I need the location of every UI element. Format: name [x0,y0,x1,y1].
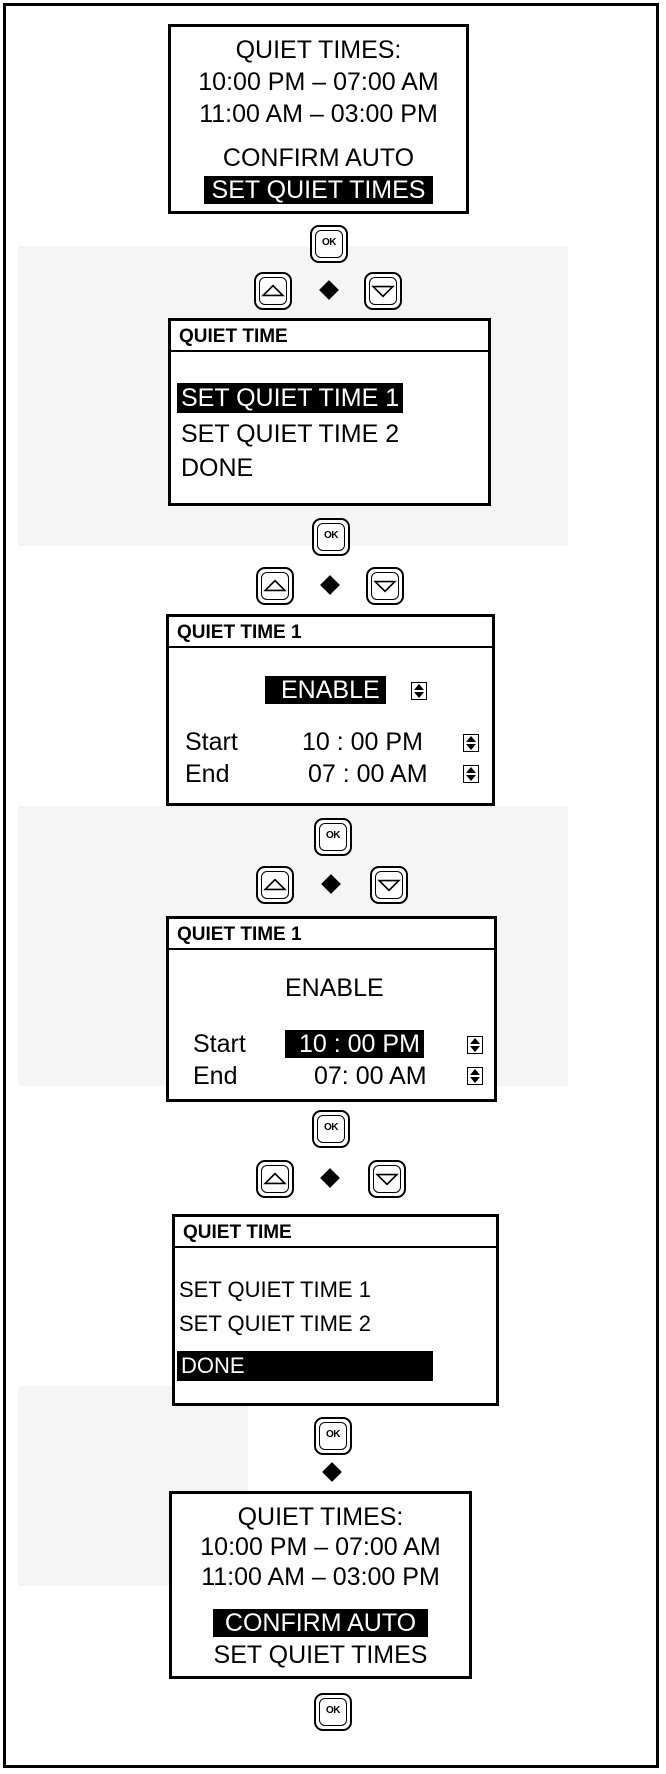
option-confirm-auto-label: CONFIRM AUTO [212,1609,429,1637]
up-arrow-icon [263,878,287,891]
option-set-quiet-times-label: SET QUIET TIMES [203,176,434,204]
spin-arrows-icon[interactable] [467,1036,483,1054]
summary-time-1: 10:00 PM – 07:00 AM [200,1533,441,1561]
spin-arrows-icon[interactable] [467,1067,483,1085]
option-confirm-auto[interactable]: CONFIRM AUTO [172,1608,469,1638]
menu-item-set-quiet-time-2[interactable]: SET QUIET TIME 2 [179,1309,371,1339]
spin-arrows-icon[interactable] [463,734,479,752]
down-arrow-icon [377,879,401,892]
down-button[interactable] [364,272,402,310]
summary-time-2: 11:00 AM – 03:00 PM [199,100,438,128]
ok-button[interactable]: OK [312,518,350,556]
lcd-screen-quiet-time-1-start: QUIET TIME 1 ENABLE Start 10 : 00 PM End… [166,916,497,1102]
start-label: Start [185,728,238,756]
ok-button-label: OK [324,1122,339,1133]
end-label: End [193,1062,238,1090]
up-button[interactable] [256,1160,294,1198]
ok-button-label: OK [324,530,339,541]
down-arrow-icon [371,285,395,298]
menu-item-done[interactable]: DONE [181,453,253,483]
lcd-screen-summary-bottom: QUIET TIMES: 10:00 PM – 07:00 AM 11:00 A… [169,1491,472,1679]
enable-value: ENABLE [265,676,386,704]
ok-button-label: OK [322,237,337,248]
menu-item-set-quiet-time-1[interactable]: SET QUIET TIME 1 [179,1275,371,1305]
end-label: End [185,760,230,788]
lcd-screen-quiet-time-menu: QUIET TIME SET QUIET TIME 1 SET QUIET TI… [168,318,491,506]
up-arrow-icon [263,1172,287,1185]
start-value-text: 10 : 00 PM [285,1030,424,1058]
ok-button[interactable]: OK [310,225,348,263]
ok-button[interactable]: OK [312,1110,350,1148]
spin-arrows-icon[interactable] [463,765,479,783]
start-value[interactable]: 10 : 00 PM [302,727,423,757]
ok-button-label: OK [326,1429,341,1440]
down-button[interactable] [370,866,408,904]
screen-header: QUIET TIME 1 [169,617,492,648]
enable-field[interactable]: ENABLE [285,973,384,1003]
ok-button[interactable]: OK [314,1417,352,1455]
down-arrow-icon [375,1173,399,1186]
lcd-screen-quiet-time-menu-done: QUIET TIME SET QUIET TIME 1 SET QUIET TI… [172,1214,499,1406]
start-label: Start [193,1030,246,1058]
screen-header: QUIET TIME [175,1217,496,1248]
summary-title: QUIET TIMES: [237,1503,404,1531]
up-button[interactable] [256,866,294,904]
enable-field[interactable]: ENABLE [265,675,386,705]
spin-arrows-icon[interactable] [411,682,427,700]
lcd-screen-summary-top: QUIET TIMES: 10:00 PM – 07:00 AM 11:00 A… [168,24,469,214]
up-button[interactable] [256,567,294,605]
menu-item-set-quiet-time-1[interactable]: SET QUIET TIME 1 [177,383,404,413]
ok-button[interactable]: OK [314,1693,352,1731]
end-value[interactable]: 07: 00 AM [314,1061,427,1091]
screen-header: QUIET TIME [171,321,488,352]
option-set-quiet-times[interactable]: SET QUIET TIMES [171,175,466,205]
up-arrow-icon [263,579,287,592]
summary-time-2: 11:00 AM – 03:00 PM [201,1563,440,1591]
ok-button-label: OK [326,1705,341,1716]
down-button[interactable] [368,1160,406,1198]
lcd-screen-quiet-time-1-enable: QUIET TIME 1 ENABLE Start 10 : 00 PM End… [166,614,495,806]
down-button[interactable] [366,567,404,605]
screen-header: QUIET TIME 1 [169,919,494,950]
ok-button[interactable]: OK [314,818,352,856]
up-arrow-icon [261,284,285,297]
down-arrow-icon [373,580,397,593]
ok-button-label: OK [326,830,341,841]
start-value[interactable]: 10 : 00 PM [285,1029,424,1059]
summary-title: QUIET TIMES: [235,36,402,64]
menu-item-set-quiet-time-2[interactable]: SET QUIET TIME 2 [181,419,399,449]
summary-time-1: 10:00 PM – 07:00 AM [198,68,439,96]
menu-item-done[interactable]: DONE [177,1351,433,1381]
option-confirm-auto[interactable]: CONFIRM AUTO [171,143,466,173]
up-button[interactable] [254,272,292,310]
option-set-quiet-times[interactable]: SET QUIET TIMES [172,1640,469,1670]
end-value[interactable]: 07 : 00 AM [308,759,428,789]
